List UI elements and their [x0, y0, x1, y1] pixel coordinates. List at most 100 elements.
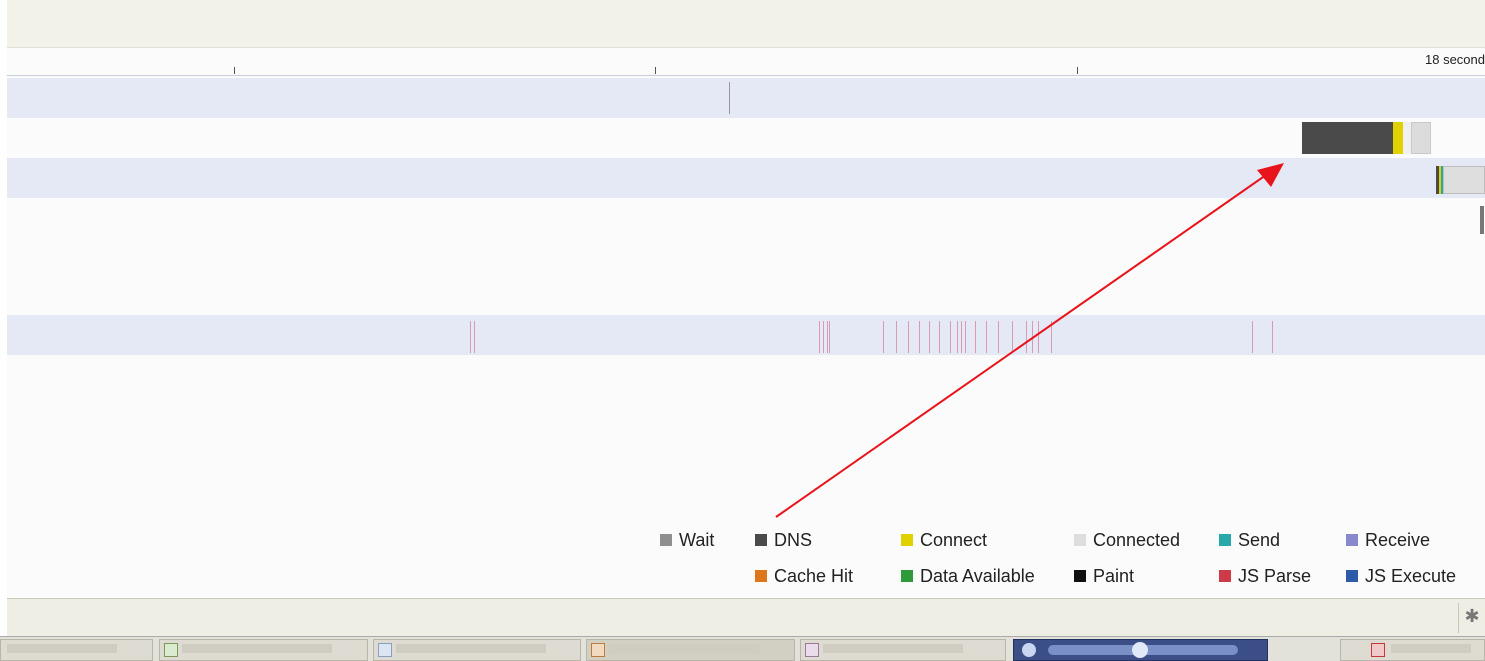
browser-icon — [591, 643, 605, 657]
timeline-legend: Wait DNS Connect Connected Send Receive … — [7, 524, 1485, 594]
legend-swatch — [1346, 534, 1358, 546]
legend-item-dns: DNS — [755, 530, 812, 550]
status-bar: ✱ — [7, 598, 1485, 637]
legend-swatch — [755, 534, 767, 546]
legend-item-js-parse: JS Parse — [1219, 566, 1311, 586]
legend-item-paint: Paint — [1074, 566, 1134, 586]
legend-label: Wait — [679, 529, 715, 550]
paint-tick — [1252, 321, 1253, 353]
connected-segment — [1443, 166, 1485, 194]
paint-tick — [929, 321, 930, 353]
legend-item-send: Send — [1219, 530, 1280, 550]
ruler-tick — [1077, 67, 1078, 74]
paint-tick — [1032, 321, 1033, 353]
legend-item-cache-hit: Cache Hit — [755, 566, 853, 586]
paint-tick — [474, 321, 475, 353]
legend-item-receive: Receive — [1346, 530, 1430, 550]
timeline-row[interactable] — [7, 78, 1485, 118]
paint-tick — [1012, 321, 1013, 353]
legend-swatch — [1219, 570, 1231, 582]
legend-label: JS Parse — [1238, 565, 1312, 586]
paint-tick — [829, 321, 830, 353]
connect-segment — [1393, 122, 1403, 154]
legend-label: Send — [1238, 529, 1281, 550]
legend-label: Data Available — [920, 565, 1035, 586]
paint-tick — [1051, 321, 1052, 353]
legend-label: JS Execute — [1365, 565, 1457, 586]
taskbar-item[interactable] — [373, 639, 581, 661]
paint-tick — [470, 321, 471, 353]
paint-tick — [908, 321, 909, 353]
window-icon — [378, 643, 392, 657]
window-icon — [164, 643, 178, 657]
connected-segment — [1403, 122, 1411, 154]
taskbar-item[interactable] — [1340, 639, 1485, 661]
timeline-row[interactable] — [7, 198, 1485, 238]
paint-tick — [823, 321, 824, 353]
taskbar-item-label — [396, 644, 546, 653]
timeline-row[interactable] — [7, 158, 1485, 198]
legend-label: DNS — [774, 529, 813, 550]
legend-label: Connected — [1093, 529, 1181, 550]
legend-swatch — [1346, 570, 1358, 582]
ruler-end-label: 18 second — [1425, 52, 1485, 67]
legend-item-wait: Wait — [660, 530, 714, 550]
legend-label: Paint — [1093, 565, 1135, 586]
paint-tick — [965, 321, 966, 353]
paint-tick — [1038, 321, 1039, 353]
taskbar-item-active[interactable] — [586, 639, 795, 661]
taskbar-item[interactable] — [159, 639, 368, 661]
legend-label: Connect — [920, 529, 988, 550]
paint-tick — [819, 321, 820, 353]
paint-tick — [961, 321, 962, 353]
paint-tick — [1026, 321, 1027, 353]
connected-segment — [1411, 122, 1431, 154]
legend-swatch — [1074, 570, 1086, 582]
taskbar — [0, 636, 1485, 661]
taskbar-item-label — [609, 644, 759, 653]
paint-tick — [986, 321, 987, 353]
legend-item-js-execute: JS Execute — [1346, 566, 1456, 586]
ruler-tick — [234, 67, 235, 74]
taskbar-item-label — [7, 644, 117, 653]
taskbar-item-label — [823, 644, 963, 653]
paint-tick — [939, 321, 940, 353]
legend-swatch — [660, 534, 672, 546]
legend-swatch — [901, 570, 913, 582]
paint-tick — [950, 321, 951, 353]
paint-tick — [975, 321, 976, 353]
legend-swatch — [1219, 534, 1231, 546]
timeline-panel: 18 second Wait DNS Connect Connected Sen… — [7, 48, 1485, 597]
media-button-icon — [1022, 643, 1036, 657]
panel-toolbar-strip — [7, 0, 1485, 48]
taskbar-media-player[interactable] — [1013, 639, 1268, 661]
paint-tick — [896, 321, 897, 353]
legend-swatch — [755, 570, 767, 582]
legend-label: Cache Hit — [774, 565, 854, 586]
firebug-bug-icon[interactable]: ✱ — [1463, 605, 1481, 627]
legend-item-connected: Connected — [1074, 530, 1180, 550]
paint-events-row[interactable] — [7, 315, 1485, 355]
time-ruler: 18 second — [7, 48, 1485, 76]
taskbar-item-label — [182, 644, 332, 653]
paint-tick — [883, 321, 884, 353]
legend-item-data-available: Data Available — [901, 566, 1035, 586]
app-icon — [1371, 643, 1385, 657]
media-seek-thumb[interactable] — [1132, 642, 1148, 658]
ruler-tick — [655, 67, 656, 74]
taskbar-item[interactable] — [800, 639, 1006, 661]
window-icon — [805, 643, 819, 657]
paint-tick — [957, 321, 958, 353]
taskbar-item[interactable] — [0, 639, 153, 661]
paint-tick — [919, 321, 920, 353]
legend-swatch — [901, 534, 913, 546]
legend-label: Receive — [1365, 529, 1431, 550]
paint-tick — [827, 321, 828, 353]
timeline-row[interactable] — [7, 118, 1485, 158]
wait-segment — [1480, 206, 1484, 234]
timeline-marker — [729, 82, 730, 114]
window-left-edge — [0, 0, 7, 600]
taskbar-item-label — [1391, 644, 1471, 653]
legend-item-connect: Connect — [901, 530, 987, 550]
paint-tick — [1272, 321, 1273, 353]
